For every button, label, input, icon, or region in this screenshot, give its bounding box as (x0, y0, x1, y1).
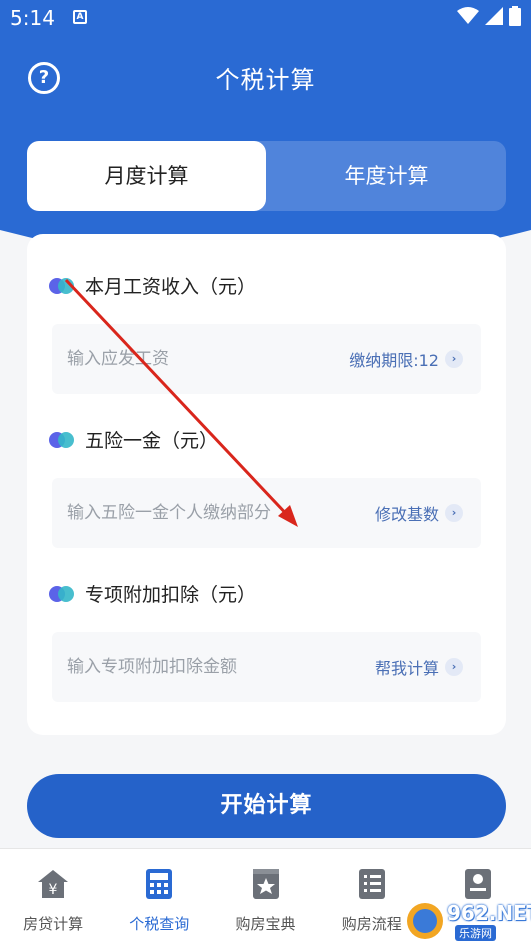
battery-icon (509, 6, 521, 26)
tab-monthly[interactable]: 月度计算 (27, 141, 266, 211)
salary-section-label: 本月工资收入（元） (49, 272, 256, 299)
salary-label-text: 本月工资收入（元） (85, 276, 257, 298)
payment-period-button[interactable]: 缴纳期限:12 › (349, 324, 463, 394)
insurance-label-text: 五险一金（元） (85, 430, 219, 452)
help-calculate-label: 帮我计算 (374, 659, 439, 678)
insurance-section-label: 五险一金（元） (49, 426, 218, 453)
salary-input-row: 缴纳期限:12 › (52, 324, 481, 394)
deduction-input-row: 帮我计算 › (52, 632, 481, 702)
signal-icon (485, 7, 503, 25)
chevron-right-icon: › (445, 504, 463, 522)
calc-mode-tabs: 月度计算 年度计算 (27, 141, 506, 211)
tab-yearly[interactable]: 年度计算 (267, 141, 506, 211)
nav-label: 房贷计算 (23, 915, 84, 933)
chevron-right-icon: › (445, 350, 463, 368)
nav-item-guide[interactable]: 购房宝典 (212, 849, 318, 945)
profile-card-icon (464, 869, 491, 899)
svg-text:¥: ¥ (49, 882, 58, 898)
status-bar: 5:14 A (0, 0, 531, 36)
insurance-input-row: 修改基数 › (52, 478, 481, 548)
chevron-right-icon: › (445, 658, 463, 676)
watermark-emblem-icon (407, 903, 443, 939)
book-star-icon (252, 869, 279, 899)
watermark-text: 962.NET (447, 901, 531, 925)
modify-base-button[interactable]: 修改基数 › (375, 478, 463, 548)
page-title: 个税计算 (215, 66, 316, 94)
start-calculate-button[interactable]: 开始计算 (27, 774, 506, 838)
deduction-input[interactable] (67, 632, 327, 702)
help-calculate-button[interactable]: 帮我计算 › (375, 632, 463, 702)
notification-icon: A (73, 10, 87, 24)
checklist-icon (358, 869, 385, 899)
insurance-input[interactable] (67, 478, 327, 548)
deduction-label-text: 专项附加扣除（元） (85, 584, 257, 606)
nav-item-mortgage[interactable]: ¥ 房贷计算 (0, 849, 106, 945)
status-time: 5:14 (10, 6, 55, 30)
watermark-sub: 乐游网 (455, 925, 496, 941)
wifi-icon (457, 7, 479, 24)
section-dot-icon (49, 277, 75, 294)
input-card: 本月工资收入（元） 缴纳期限:12 › 五险一金（元） 修改基数 › 专项附加扣… (27, 234, 506, 735)
nav-item-tax[interactable]: 个税查询 (106, 849, 212, 945)
section-dot-icon (49, 431, 75, 448)
nav-label: 购房宝典 (235, 915, 296, 933)
modify-base-label: 修改基数 (374, 505, 439, 524)
status-icons (457, 6, 521, 26)
salary-input[interactable] (67, 324, 327, 394)
section-dot-icon (49, 585, 75, 602)
calculator-icon (146, 869, 173, 899)
house-yen-icon: ¥ (38, 870, 69, 898)
deduction-section-label: 专项附加扣除（元） (49, 580, 256, 607)
watermark-logo: 962.NET 乐游网 (405, 901, 531, 941)
nav-label: 个税查询 (129, 915, 190, 933)
payment-period-label: 缴纳期限:12 (349, 351, 439, 370)
